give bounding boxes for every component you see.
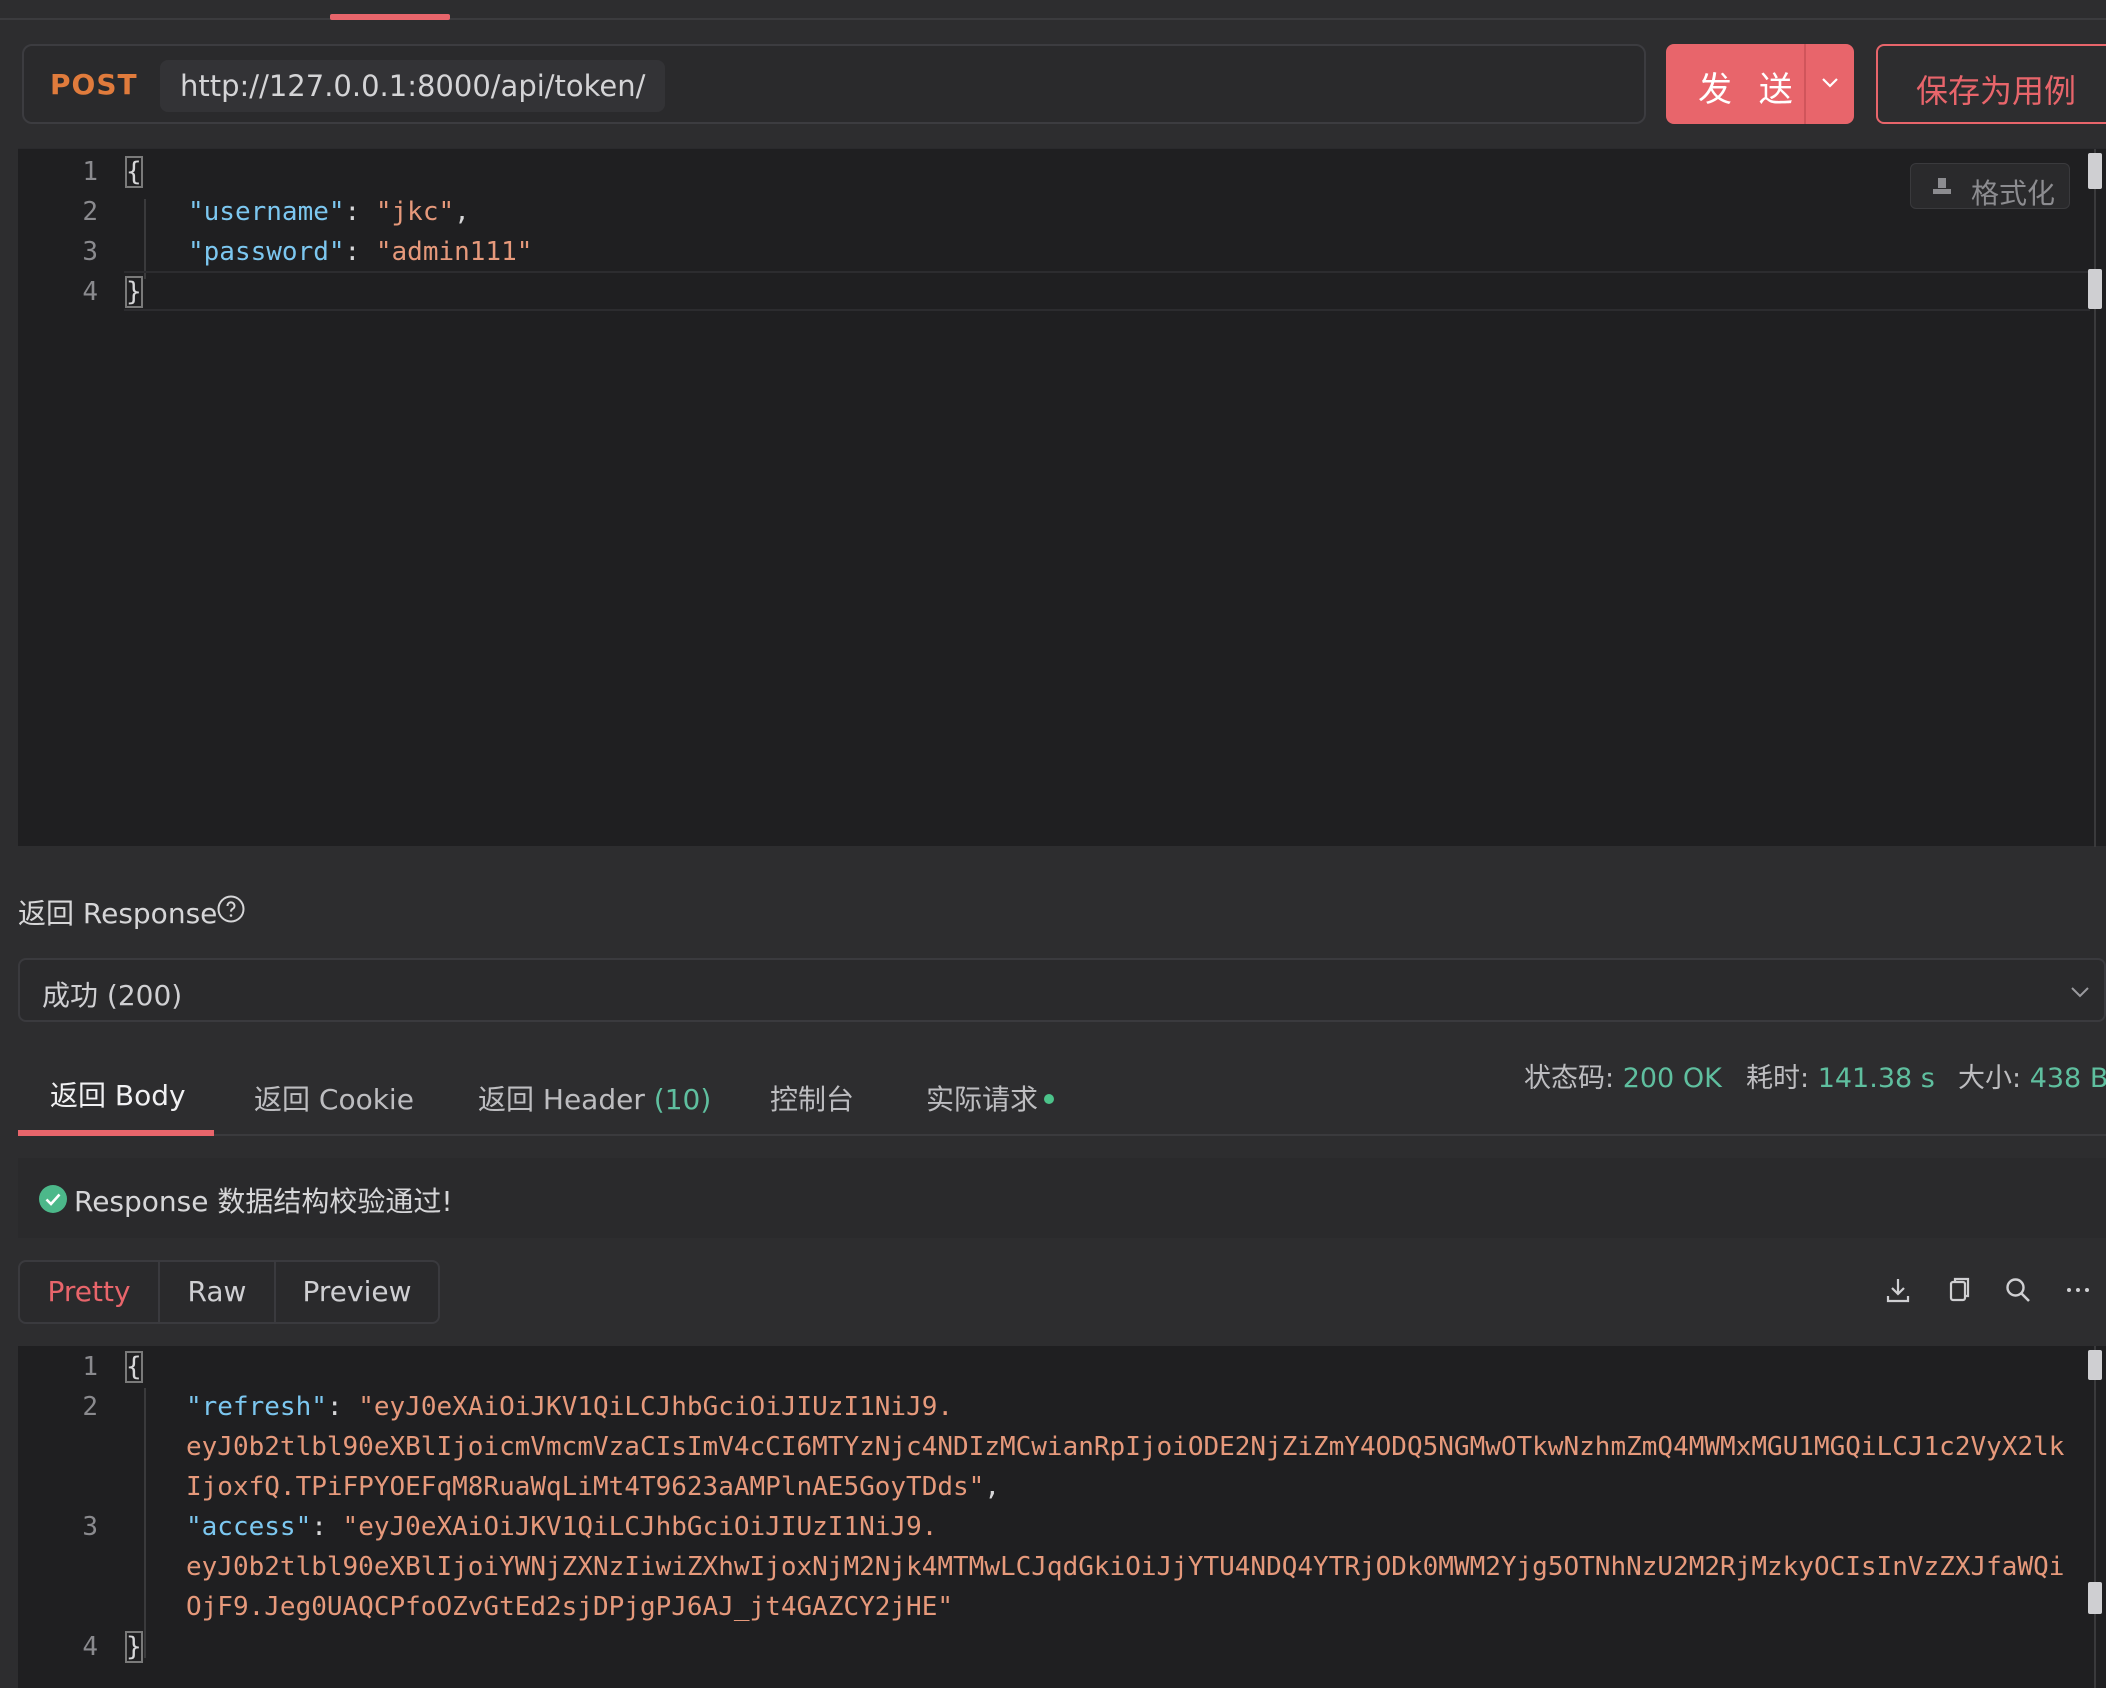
brace: { (125, 1351, 143, 1383)
code-line: IjoxfQ.TPiFPYOEFqM8RuaWqLiMt4T9623aAMPln… (186, 1472, 1000, 1502)
validation-message: Response 数据结构校验通过! (74, 1185, 453, 1218)
response-body-viewer[interactable]: 1 { 2 "refresh": "eyJ0eXAiOiJKV1QiLCJhbG… (18, 1346, 2106, 1688)
http-method[interactable]: POST (50, 68, 138, 101)
view-mode-raw[interactable]: Raw (160, 1262, 274, 1322)
line-number: 1 (82, 1352, 98, 1382)
search-icon[interactable] (2002, 1274, 2034, 1306)
top-tab-active-indicator (330, 14, 450, 20)
json-value: "admin111" (375, 237, 533, 267)
status-dot (1044, 1094, 1055, 1104)
brace: } (125, 276, 143, 308)
json-comma: , (984, 1472, 1000, 1502)
request-url-bar[interactable]: POST http://127.0.0.1:8000/api/token/ (22, 44, 1646, 124)
tab-console[interactable]: 控制台 (770, 1078, 854, 1118)
scrollbar-track[interactable] (2094, 149, 2096, 847)
size-meta: 大小: 438 B (1958, 1056, 2106, 1095)
json-key: "username" (188, 197, 345, 227)
indent-guide (144, 199, 146, 279)
validation-banner: Response 数据结构校验通过! (18, 1158, 2106, 1238)
save-as-case-button[interactable]: 保存为用例 (1876, 44, 2106, 124)
chevron-down-icon[interactable] (1818, 70, 1842, 94)
scrollbar-thumb[interactable] (2088, 153, 2102, 189)
json-sep: : (344, 237, 376, 267)
chevron-down-icon (2071, 987, 2089, 998)
status-code-label: 状态码: (1524, 1063, 1615, 1094)
scrollbar-thumb[interactable] (2088, 1350, 2102, 1380)
tab-header-count: (10) (653, 1083, 712, 1116)
code-line: "refresh": "eyJ0eXAiOiJKV1QiLCJhbGciOiJI… (186, 1392, 953, 1422)
json-value-wrap: eyJ0b2tlbl90eXBlIjoicmVmcmVzaCIsImV4cCI6… (186, 1432, 2065, 1462)
scrollbar-track[interactable] (2094, 1346, 2096, 1688)
current-line-highlight (124, 271, 2090, 311)
send-button[interactable]: 发 送 (1666, 44, 1854, 124)
line-number: 3 (82, 1512, 98, 1542)
view-mode-preview[interactable]: Preview (276, 1262, 438, 1322)
scrollbar-marker (2088, 1582, 2102, 1614)
time-value: 141.38 s (1817, 1063, 1935, 1094)
line-number: 1 (82, 157, 98, 187)
more-icon[interactable] (2062, 1274, 2094, 1306)
json-sep: : (311, 1512, 343, 1542)
indent-guide (144, 1388, 146, 1658)
code-line: } (125, 1631, 143, 1663)
json-key: "password" (188, 237, 345, 267)
send-button-label: 发 送 (1698, 70, 1801, 110)
view-mode-pretty[interactable]: Pretty (20, 1262, 158, 1322)
code-line: { (125, 156, 143, 188)
json-comma: , (454, 197, 470, 227)
view-mode-switch: Pretty Raw Preview (18, 1260, 440, 1324)
code-line: "access": "eyJ0eXAiOiJKV1QiLCJhbGciOiJIU… (186, 1512, 937, 1542)
json-key: "refresh" (186, 1392, 327, 1422)
tab-header[interactable]: 返回 Header (10) (478, 1078, 711, 1118)
code-line: "password": "admin111" (188, 237, 532, 267)
json-value-wrap: OjF9.Jeg0UAQCPfoOZvGtEd2sjDPjgPJ6AJ_jt4G… (186, 1592, 954, 1622)
code-line: } (125, 276, 143, 308)
json-value-wrap: IjoxfQ.TPiFPYOEFqM8RuaWqLiMt4T9623aAMPln… (186, 1472, 985, 1502)
json-value-wrap: eyJ0b2tlbl90eXBlIjoiYWNjZXNzIiwiZXhwIjox… (186, 1552, 2065, 1582)
json-value: "jkc" (375, 197, 455, 227)
json-value: "eyJ0eXAiOiJKV1QiLCJhbGciOiJIUzI1NiJ9. (342, 1512, 938, 1542)
save-as-case-label: 保存为用例 (1916, 72, 2077, 110)
tab-active-indicator (18, 1130, 214, 1136)
response-status-value: 成功 (200) (42, 979, 183, 1012)
download-icon[interactable] (1882, 1274, 1914, 1306)
tab-actual-request-label: 实际请求 (926, 1083, 1039, 1116)
help-circle-icon[interactable] (216, 894, 246, 924)
request-body-editor[interactable]: 1 { 2 "username": "jkc", 3 "password": "… (18, 148, 2106, 847)
line-number: 3 (82, 237, 98, 267)
send-button-divider (1804, 44, 1806, 124)
status-code-value: 200 OK (1622, 1063, 1722, 1094)
line-number: 2 (82, 197, 98, 227)
tab-body[interactable]: 返回 Body (50, 1074, 186, 1114)
line-number: 4 (82, 277, 98, 307)
code-line: "username": "jkc", (188, 197, 470, 227)
tab-cookie[interactable]: 返回 Cookie (254, 1078, 414, 1118)
response-status-select[interactable]: 成功 (200) (18, 958, 2106, 1022)
brace: } (125, 1631, 143, 1663)
url-input[interactable]: http://127.0.0.1:8000/api/token/ (160, 60, 666, 112)
time-label: 耗时: (1746, 1063, 1810, 1094)
line-number: 2 (82, 1392, 98, 1422)
response-section-title: 返回 Response (18, 897, 218, 930)
format-button[interactable]: 格式化 (1910, 163, 2070, 210)
top-tab-divider (0, 18, 2106, 20)
json-value: "eyJ0eXAiOiJKV1QiLCJhbGciOiJIUzI1NiJ9. (358, 1392, 954, 1422)
code-line: { (125, 1351, 143, 1383)
tab-actual-request[interactable]: 实际请求 (926, 1078, 1055, 1118)
tab-header-label: 返回 Header (478, 1083, 645, 1116)
line-number: 4 (82, 1632, 98, 1662)
size-value: 438 B (2029, 1063, 2106, 1094)
json-sep: : (326, 1392, 359, 1422)
json-sep: : (344, 197, 376, 227)
time-meta: 耗时: 141.38 s (1746, 1056, 1935, 1095)
json-key: "access" (186, 1512, 312, 1542)
copy-icon[interactable] (1942, 1274, 1974, 1306)
scrollbar-marker (2088, 269, 2102, 309)
format-icon (1933, 178, 1951, 194)
check-circle-icon (39, 1185, 67, 1213)
brace: { (125, 156, 143, 188)
format-label: 格式化 (1971, 177, 2056, 210)
status-code-meta: 状态码: 200 OK (1524, 1056, 1722, 1095)
size-label: 大小: (1958, 1063, 2022, 1094)
